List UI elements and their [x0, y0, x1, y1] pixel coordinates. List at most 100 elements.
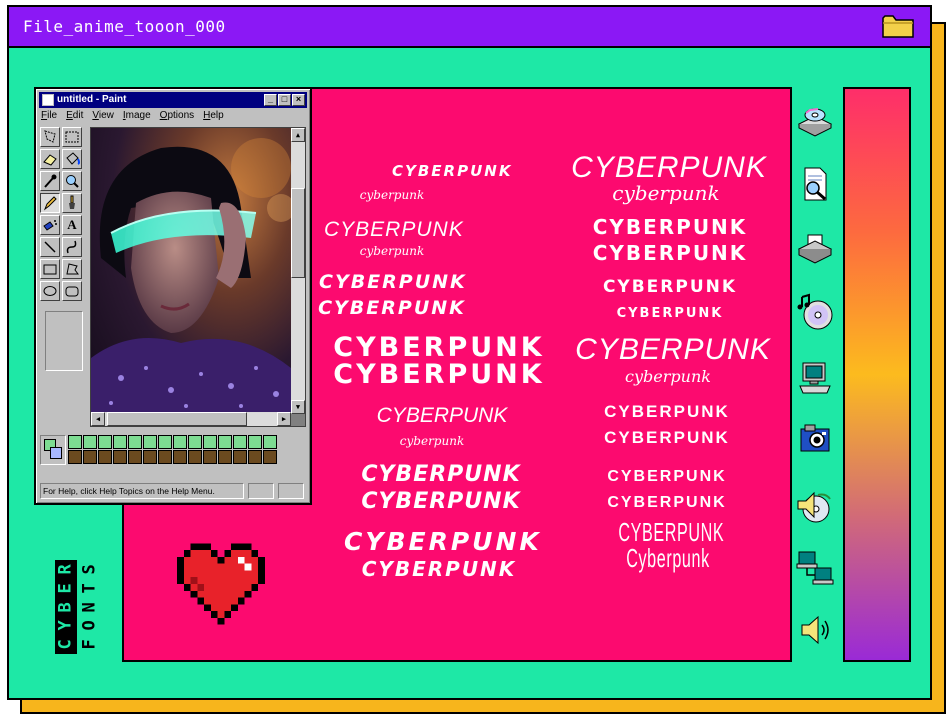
palette-swatch[interactable]: [113, 435, 127, 449]
computer-icon[interactable]: [794, 357, 836, 399]
eraser-tool[interactable]: [40, 149, 60, 169]
sample-7-line2: CYBERPUNK: [361, 557, 517, 581]
sample-5-subtitle: cyberpunk: [399, 434, 465, 448]
ellipse-tool[interactable]: [40, 281, 60, 301]
music-cd-icon[interactable]: [794, 291, 836, 333]
palette-swatch[interactable]: [68, 435, 82, 449]
brush-tool[interactable]: [62, 193, 82, 213]
palette-swatch[interactable]: [203, 450, 217, 464]
pixel-heart: [177, 543, 265, 625]
rect-select-icon: [65, 131, 79, 143]
palette-swatch[interactable]: [113, 450, 127, 464]
fill-tool[interactable]: [62, 149, 82, 169]
photo-cyberpunk-girl: [91, 128, 291, 414]
text-tool[interactable]: A: [62, 215, 82, 235]
line-tool[interactable]: [40, 237, 60, 257]
rectangle-tool[interactable]: [40, 259, 60, 279]
magnifier-tool[interactable]: [62, 171, 82, 191]
rounded-rectangle-icon: [65, 286, 79, 297]
scroll-right-button[interactable]: ▶: [277, 412, 291, 426]
palette-swatch[interactable]: [173, 450, 187, 464]
palette-swatch[interactable]: [233, 435, 247, 449]
palette-swatch[interactable]: [143, 450, 157, 464]
paint-window[interactable]: untitled - Paint _ □ × File Edit View Im…: [34, 87, 312, 505]
scroll-up-button[interactable]: ▲: [291, 128, 305, 142]
rect-select-tool[interactable]: [62, 127, 82, 147]
close-button[interactable]: ×: [292, 94, 305, 106]
horizontal-scroll-thumb[interactable]: [107, 412, 247, 426]
palette-swatch[interactable]: [158, 450, 172, 464]
vertical-scroll-thumb[interactable]: [291, 188, 305, 278]
ellipse-icon: [43, 286, 57, 296]
logo-word-cyber: REBYC: [55, 560, 77, 654]
palette-swatch[interactable]: [248, 450, 262, 464]
palette-swatch[interactable]: [98, 450, 112, 464]
palette-swatch[interactable]: [203, 435, 217, 449]
menu-help[interactable]: Help: [203, 110, 224, 124]
rounded-rectangle-tool[interactable]: [62, 281, 82, 301]
menu-file[interactable]: File: [41, 110, 57, 124]
scroll-left-button[interactable]: ◀: [91, 412, 105, 426]
sample-14-line2: Cyberpunk: [626, 543, 710, 573]
color-palette: [40, 435, 306, 467]
scroll-down-button[interactable]: ▼: [291, 400, 305, 414]
polygon-tool[interactable]: [62, 259, 82, 279]
palette-swatch[interactable]: [98, 435, 112, 449]
palette-swatch[interactable]: [128, 435, 142, 449]
sample-13-line2: CYBERPUNK: [607, 494, 727, 511]
line-icon: [44, 241, 56, 253]
horizontal-scrollbar[interactable]: ◀ ▶: [91, 412, 291, 426]
title-bar[interactable]: File_anime_tooon_000: [9, 7, 930, 48]
menu-view[interactable]: View: [92, 110, 114, 124]
palette-swatch[interactable]: [263, 450, 277, 464]
network-icon[interactable]: [794, 547, 836, 589]
palette-swatch[interactable]: [218, 435, 232, 449]
logo-cyber-letter: E: [55, 583, 76, 594]
palette-swatch[interactable]: [173, 435, 187, 449]
menu-image[interactable]: Image: [123, 110, 151, 124]
cd-drive-icon[interactable]: [794, 99, 836, 141]
palette-swatch[interactable]: [158, 435, 172, 449]
palette-swatch[interactable]: [248, 435, 262, 449]
palette-swatch[interactable]: [218, 450, 232, 464]
palette-swatch[interactable]: [68, 450, 82, 464]
palette-swatch[interactable]: [83, 450, 97, 464]
logo-fonts-letter: N: [79, 601, 100, 613]
palette-swatches: [68, 435, 277, 464]
logo-fonts-letter: T: [79, 583, 100, 594]
current-colors[interactable]: [40, 435, 66, 465]
airbrush-tool[interactable]: [40, 215, 60, 235]
maximize-button[interactable]: □: [278, 94, 291, 106]
free-select-tool[interactable]: [40, 127, 60, 147]
document-search-icon[interactable]: [794, 163, 836, 205]
palette-swatch[interactable]: [188, 450, 202, 464]
paint-canvas-area[interactable]: ▲ ▼ ◀ ▶: [90, 127, 306, 427]
palette-swatch[interactable]: [233, 450, 247, 464]
palette-swatch[interactable]: [83, 435, 97, 449]
palette-swatch[interactable]: [128, 450, 142, 464]
vertical-scrollbar[interactable]: ▲ ▼: [291, 128, 305, 414]
palette-swatch[interactable]: [143, 435, 157, 449]
sample-12-line1: CYBERPUNK: [604, 402, 730, 421]
curve-tool[interactable]: [62, 237, 82, 257]
brush-icon: [69, 195, 75, 209]
paint-title-bar[interactable]: untitled - Paint _ □ ×: [39, 92, 307, 108]
minimize-button[interactable]: _: [264, 94, 277, 106]
volume-icon[interactable]: [794, 609, 836, 651]
folder-icon[interactable]: [882, 13, 914, 39]
menu-edit[interactable]: Edit: [66, 110, 83, 124]
rectangle-icon: [43, 264, 57, 275]
logo-cyber-letter: Y: [55, 620, 76, 631]
pencil-tool[interactable]: [40, 193, 60, 213]
printer-icon[interactable]: [794, 227, 836, 269]
color-picker-tool[interactable]: [40, 171, 60, 191]
tool-options-box[interactable]: [45, 311, 83, 371]
sample-8-title: CYBERPUNK: [571, 151, 767, 184]
menu-options[interactable]: Options: [160, 110, 194, 124]
camera-icon[interactable]: [794, 417, 836, 459]
palette-swatch[interactable]: [188, 435, 202, 449]
sample-2-title: CYBERPUNK: [324, 218, 464, 241]
speaker-cd-icon[interactable]: [794, 485, 836, 527]
sample-6-line2: CYBERPUNK: [361, 489, 521, 514]
palette-swatch[interactable]: [263, 435, 277, 449]
